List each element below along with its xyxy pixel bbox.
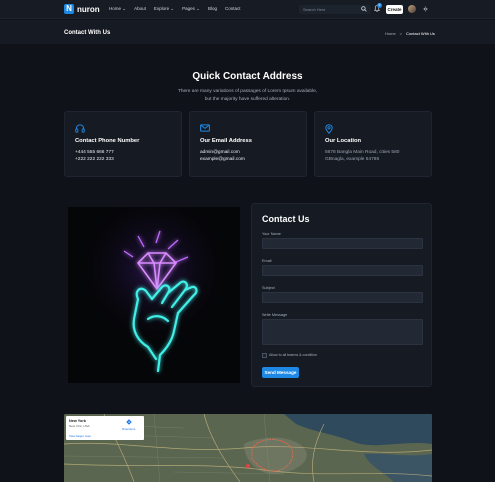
description-line: but the majority have suffered alteratio… bbox=[204, 97, 291, 102]
map-place-subtitle: New York, USA bbox=[69, 424, 90, 428]
directions-label[interactable]: Directions bbox=[122, 427, 135, 431]
breadcrumb: Home > Contact With Us bbox=[385, 31, 435, 36]
breadcrumb-separator: > bbox=[399, 31, 403, 36]
address-line: 5678 Bangla Main Road, cities 580 bbox=[325, 150, 400, 155]
neon-hand-illustration bbox=[68, 207, 240, 383]
breadcrumb-current: Contact With Us bbox=[406, 31, 435, 36]
section-title: Quick Contact Address bbox=[192, 71, 303, 82]
mail-icon bbox=[200, 124, 210, 132]
card-title: Contact Phone Number bbox=[75, 138, 140, 144]
message-textarea[interactable] bbox=[262, 319, 423, 345]
logo-mark: N bbox=[64, 4, 74, 14]
email-field[interactable] bbox=[262, 265, 423, 276]
email-link[interactable]: admin@gmail.com bbox=[200, 150, 240, 155]
nav-item-explore[interactable]: Explore ⌄ bbox=[154, 6, 174, 12]
nav-item-home[interactable]: Home ⌄ bbox=[109, 6, 126, 12]
avatar[interactable] bbox=[408, 5, 416, 13]
send-message-button[interactable]: Send Message bbox=[262, 367, 299, 378]
sun-icon[interactable] bbox=[423, 6, 428, 12]
headphones-icon bbox=[75, 124, 85, 133]
subject-field[interactable] bbox=[262, 292, 423, 303]
breadcrumb-home[interactable]: Home bbox=[385, 31, 396, 36]
contact-card-email: Our Email Address admin@gmail.com exampl… bbox=[189, 111, 307, 177]
message-label: Write Message bbox=[262, 313, 288, 317]
card-title: Our Location bbox=[325, 138, 362, 144]
top-header: N nuron Home ⌄ About Explore ⌄ Pages ⌄ B… bbox=[0, 0, 495, 19]
form-title: Contact Us bbox=[262, 214, 310, 224]
notification-badge: 6 bbox=[377, 3, 382, 8]
directions-icon[interactable] bbox=[126, 419, 132, 425]
nav-item-about[interactable]: About bbox=[134, 6, 146, 12]
brand-logo[interactable]: N nuron bbox=[64, 4, 100, 14]
nav-label: Explore bbox=[153, 6, 170, 11]
search-icon[interactable] bbox=[361, 6, 367, 12]
location-pin-icon bbox=[325, 124, 333, 134]
contact-form: Contact Us Your Name Email Subject Write… bbox=[251, 203, 432, 387]
nav-label: Home bbox=[109, 6, 122, 11]
name-field[interactable] bbox=[262, 238, 423, 249]
chevron-down-icon: ⌄ bbox=[196, 6, 200, 11]
map-info-popup: New York New York, USA View larger map D… bbox=[66, 416, 144, 440]
larger-map-link[interactable]: View larger map bbox=[69, 434, 91, 438]
chevron-down-icon: ⌄ bbox=[122, 6, 127, 11]
main-nav: Home ⌄ About Explore ⌄ Pages ⌄ Blog Cont… bbox=[109, 6, 240, 12]
page-title: Contact With Us bbox=[64, 30, 111, 36]
section-description: There are many variations of passages of… bbox=[170, 88, 325, 104]
terms-label: Allow to all tearms & condition bbox=[269, 353, 317, 357]
nav-label: Pages bbox=[182, 6, 195, 11]
nav-item-contact[interactable]: Contact bbox=[225, 6, 241, 12]
chevron-down-icon: ⌄ bbox=[170, 6, 175, 11]
phone-number[interactable]: +222 222 222 333 bbox=[75, 157, 114, 162]
subject-label: Subject bbox=[262, 286, 275, 290]
brand-name: nuron bbox=[77, 4, 100, 14]
description-line: There are many variations of passages of… bbox=[177, 89, 318, 94]
email-label: Email bbox=[262, 259, 272, 263]
map-marker[interactable] bbox=[246, 464, 250, 468]
contact-card-phone: Contact Phone Number +444 555 666 777 +2… bbox=[64, 111, 182, 177]
phone-number[interactable]: +444 555 666 777 bbox=[75, 150, 114, 155]
terms-checkbox[interactable] bbox=[262, 353, 267, 358]
contact-card-location: Our Location 5678 Bangla Main Road, citi… bbox=[314, 111, 432, 177]
card-title: Our Email Address bbox=[200, 138, 252, 144]
nav-item-blog[interactable]: Blog bbox=[208, 6, 217, 12]
email-link[interactable]: example@gmail.com bbox=[200, 157, 245, 162]
nav-item-pages[interactable]: Pages ⌄ bbox=[182, 6, 200, 12]
create-button[interactable]: Create bbox=[386, 5, 403, 14]
map-place-title: New York bbox=[69, 419, 86, 423]
address-line: GBnagla, example 54786 bbox=[325, 157, 380, 162]
neon-hand-image bbox=[68, 207, 240, 383]
name-label: Your Name bbox=[262, 232, 281, 236]
